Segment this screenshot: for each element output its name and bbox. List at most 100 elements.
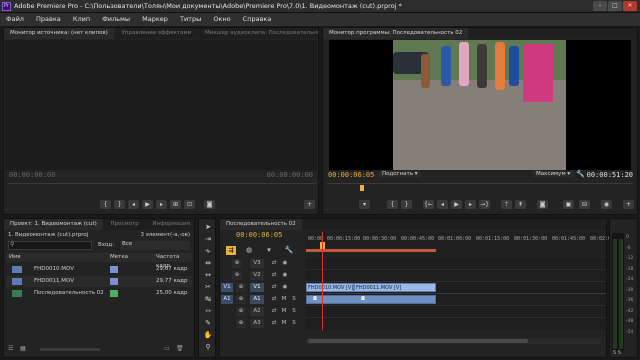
track-name[interactable]: A2 (250, 307, 264, 316)
tab-project[interactable]: Проект: 1. Видеомонтаж (cut) (4, 219, 103, 230)
source-step-back-button[interactable]: ◂ (128, 200, 139, 209)
sync-lock-icon[interactable]: ⊕ (236, 319, 246, 328)
track-lanes[interactable]: FHD0010.MOV [V] FHD0011.MOV [V] ◘ ◘ (306, 232, 606, 330)
timeline-clip-audio[interactable]: ◘ ◘ (306, 295, 436, 304)
timeline-wrench-icon[interactable]: 🔧 (284, 246, 294, 255)
solo-button[interactable]: S (290, 295, 298, 304)
sync-lock-icon[interactable]: ⊕ (232, 271, 242, 280)
sync-lock-icon[interactable]: ⊕ (236, 295, 246, 304)
source-patch-a1[interactable]: A1 (221, 295, 233, 304)
tab-info[interactable]: Информация (146, 219, 194, 230)
mute-button[interactable]: M (280, 307, 288, 316)
camera-icon[interactable]: ◉ (601, 200, 612, 209)
source-overwrite-button[interactable]: ⊡ (184, 200, 195, 209)
linked-selection-icon[interactable]: ◍ (244, 246, 254, 255)
program-mark-in-button[interactable]: { (387, 200, 398, 209)
track-name[interactable]: V3 (250, 259, 264, 268)
sync-lock-icon[interactable]: ⊕ (232, 259, 242, 268)
icon-view-icon[interactable]: ▦ (20, 345, 30, 353)
program-step-back-button[interactable]: ◂ (437, 200, 448, 209)
pen-tool-icon[interactable]: ✎ (203, 319, 213, 328)
eye-icon[interactable]: ◉ (280, 283, 290, 292)
timeline-ruler[interactable]: 00:00 00:00:15:00 00:00:30:00 00:00:45:0… (306, 232, 611, 256)
program-timeline-ruler[interactable] (327, 183, 633, 191)
slide-tool-icon[interactable]: ⇿ (203, 307, 213, 316)
timeline-clip-fhd0011-video[interactable]: FHD0011.MOV [V] (354, 283, 436, 292)
menu-window[interactable]: Окно (213, 15, 230, 23)
program-play-button[interactable]: ▶ (451, 200, 462, 209)
add-marker-button[interactable]: ▾ (359, 200, 370, 209)
source-add-button[interactable]: + (304, 200, 315, 209)
sync-lock-toggle-icon[interactable]: ⇄ (269, 283, 279, 292)
work-area-bar[interactable] (306, 249, 436, 252)
solo-button[interactable]: S (290, 307, 298, 316)
wrench-icon[interactable]: 🔧 (576, 170, 585, 178)
source-patch-v1[interactable]: V1 (221, 283, 233, 292)
program-mark-out-button[interactable]: } (401, 200, 412, 209)
rolling-edit-tool-icon[interactable]: ⇹ (203, 259, 213, 268)
column-label[interactable]: Метка (110, 253, 128, 262)
track-name[interactable]: V1 (250, 283, 264, 292)
tab-source-monitor[interactable]: Монитор источника: (нет клипов) (4, 28, 114, 39)
source-export-frame-button[interactable]: ◙ (204, 200, 215, 209)
track-select-tool-icon[interactable]: ⇥ (203, 235, 213, 244)
menu-sequence[interactable]: Фильмы (102, 15, 130, 23)
meter-solo-buttons[interactable]: S S (613, 350, 621, 356)
project-row[interactable]: FHD0010.MOV 29,67 кадр (6, 264, 192, 275)
program-quality-select[interactable]: Максимум ▾ (533, 171, 574, 177)
sync-lock-toggle-icon[interactable]: ⇄ (269, 259, 279, 268)
extract-button[interactable]: ⇞ (515, 200, 526, 209)
menu-marker[interactable]: Маркер (142, 15, 168, 23)
razor-tool-icon[interactable]: ✂ (203, 283, 213, 292)
source-play-button[interactable]: ▶ (142, 200, 153, 209)
list-view-icon[interactable]: ☰ (8, 345, 18, 353)
folder-icon[interactable]: ▭ (164, 345, 170, 352)
menu-help[interactable]: Справка (243, 15, 272, 23)
lift-button[interactable]: ⇡ (501, 200, 512, 209)
source-mark-in-button[interactable]: { (100, 200, 111, 209)
comparison-view-button[interactable]: ▣ (563, 200, 574, 209)
menu-edit[interactable]: Правка (36, 15, 61, 23)
program-step-forward-button[interactable]: ▸ (465, 200, 476, 209)
track-name[interactable]: V2 (250, 271, 264, 280)
close-button[interactable]: ✕ (623, 1, 637, 11)
go-to-out-button[interactable]: →} (479, 200, 490, 209)
selection-tool-icon[interactable]: ➤ (203, 223, 213, 232)
snap-icon[interactable]: ⇶ (226, 246, 236, 255)
slip-tool-icon[interactable]: ↹ (203, 295, 213, 304)
tab-audio-clip-mixer[interactable]: Микшер аудиоклипа: Последовательность (199, 28, 318, 39)
column-name[interactable]: Имя (9, 253, 21, 262)
track-name[interactable]: A3 (250, 319, 264, 328)
solo-button[interactable]: S (290, 319, 298, 328)
menu-clip[interactable]: Клип (73, 15, 90, 23)
maximize-button[interactable]: □ (608, 1, 622, 11)
hand-tool-icon[interactable]: ✋ (203, 331, 213, 340)
go-to-in-button[interactable]: {← (423, 200, 434, 209)
tab-sequence[interactable]: Последовательность 02 (220, 219, 302, 230)
sync-lock-toggle-icon[interactable]: ⇄ (269, 319, 279, 328)
sync-lock-icon[interactable]: ⊕ (236, 283, 246, 292)
track-name[interactable]: A1 (250, 295, 264, 304)
sync-lock-toggle-icon[interactable]: ⇄ (269, 295, 279, 304)
source-timeline-ruler[interactable] (8, 183, 316, 188)
project-row[interactable]: Последовательность 02 25,00 кадр (6, 288, 192, 299)
timeline-clip-fhd0010-video[interactable]: FHD0010.MOV [V] (306, 283, 354, 292)
zoom-tool-icon[interactable]: ⚲ (203, 343, 213, 352)
eye-icon[interactable]: ◉ (280, 271, 290, 280)
tab-program-monitor[interactable]: Монитор программы: Последовательность 02 (323, 28, 469, 39)
timeline-horizontal-scrollbar[interactable] (306, 338, 602, 344)
trash-icon[interactable]: 🗑 (176, 345, 184, 352)
menu-file[interactable]: Файл (6, 15, 24, 23)
sync-lock-toggle-icon[interactable]: ⇄ (269, 307, 279, 316)
tab-preview[interactable]: Просмотр (105, 219, 145, 230)
source-insert-button[interactable]: ⊞ (170, 200, 181, 209)
sync-lock-toggle-icon[interactable]: ⇄ (269, 271, 279, 280)
project-row[interactable]: FHD0011.MOV 29,77 кадр (6, 276, 192, 287)
source-mark-out-button[interactable]: } (114, 200, 125, 209)
ripple-edit-tool-icon[interactable]: ⟛ (203, 247, 213, 256)
program-add-button[interactable]: + (623, 200, 634, 209)
rate-stretch-tool-icon[interactable]: ↔ (203, 271, 213, 280)
program-playhead[interactable] (360, 185, 364, 191)
project-search-input[interactable]: ⚲ (8, 241, 92, 250)
mute-button[interactable]: M (280, 319, 288, 328)
